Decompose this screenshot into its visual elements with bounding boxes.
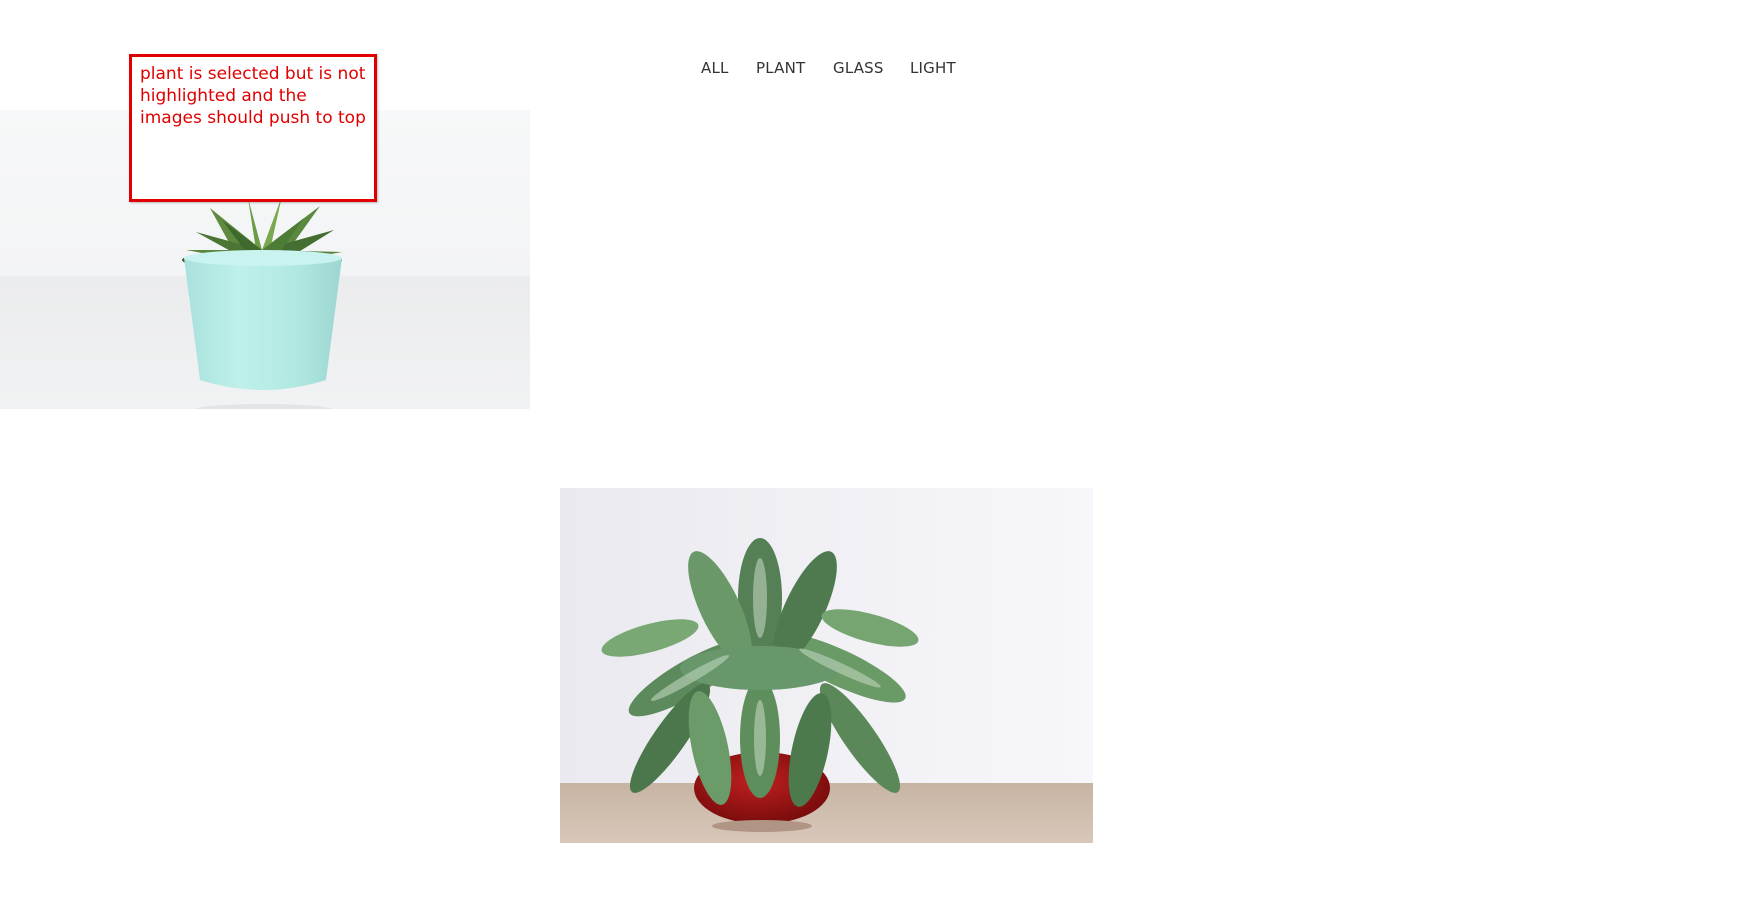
filter-light[interactable]: LIGHT <box>910 56 956 80</box>
annotation-text: plant is selected but is not highlighted… <box>140 64 366 128</box>
filter-plant[interactable]: PLANT <box>756 56 805 80</box>
aglaonema-photo-image <box>560 488 1093 843</box>
page: ALL PLANT GLASS LIGHT plant is selected … <box>0 0 1740 911</box>
gallery-photo-aglaonema[interactable] <box>560 488 1093 843</box>
filter-glass[interactable]: GLASS <box>833 56 884 80</box>
filter-all[interactable]: ALL <box>701 56 729 80</box>
annotation-callout: plant is selected but is not highlighted… <box>129 54 377 202</box>
